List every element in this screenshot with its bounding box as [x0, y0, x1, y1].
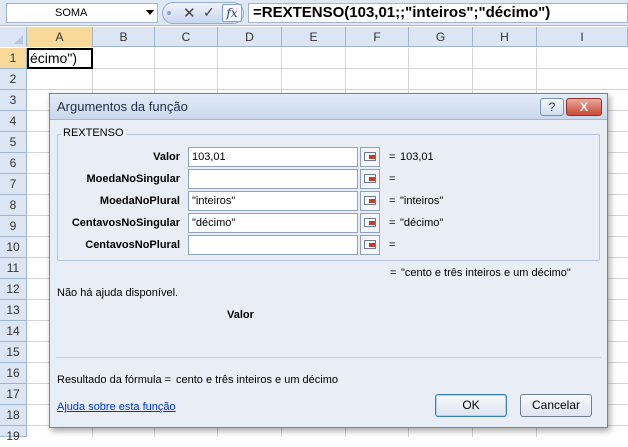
name-box[interactable]: SOMA — [6, 3, 158, 23]
dialog-title: Argumentos da função — [57, 99, 188, 114]
collapse-dialog-icon[interactable] — [360, 235, 380, 255]
collapse-dialog-icon[interactable] — [360, 213, 380, 233]
function-description: Não há ajuda disponível. — [57, 287, 179, 299]
divider — [56, 357, 601, 358]
enter-icon[interactable]: ✓ — [203, 4, 215, 21]
column-header-i[interactable]: I — [537, 27, 628, 47]
formula-text: =REXTENSO(103,01;;"inteiros";"décimo") — [253, 4, 551, 21]
row-header-8[interactable]: 8 — [0, 195, 27, 216]
equals-sign: = — [389, 195, 396, 207]
row-header-7[interactable]: 7 — [0, 174, 27, 195]
row-header-16[interactable]: 16 — [0, 363, 27, 384]
function-result-value: "cento e três inteiros e um décimo" — [401, 267, 571, 279]
close-icon[interactable]: X — [566, 98, 602, 116]
row-header-12[interactable]: 12 — [0, 279, 27, 300]
current-argument-name: Valor — [227, 309, 254, 321]
formula-buttons: ✕ ✓ fx — [162, 2, 244, 24]
row-header-5[interactable]: 5 — [0, 132, 27, 153]
argument-label: CentavosNoSingular — [71, 217, 180, 229]
row-header-9[interactable]: 9 — [0, 216, 27, 237]
formula-result-value: cento e três inteiros e um décimo — [176, 374, 339, 386]
argument-label: MoedaNoPlural — [99, 195, 180, 207]
collapse-dialog-icon[interactable] — [360, 191, 380, 211]
column-header-d[interactable]: D — [218, 27, 282, 47]
argument-row-moedanoplural: MoedaNoPlural "inteiros" = "inteiros" — [50, 191, 607, 211]
formula-result-label: Resultado da fórmula = — [57, 374, 172, 386]
help-link[interactable]: Ajuda sobre esta função — [57, 401, 176, 413]
formula-input[interactable]: =REXTENSO(103,01;;"inteiros";"décimo") — [248, 3, 628, 23]
argument-input-valor[interactable]: 103,01 — [188, 147, 358, 167]
cancel-button[interactable]: Cancelar — [520, 394, 592, 417]
grip-icon — [167, 11, 171, 15]
row-header-2[interactable]: 2 — [0, 69, 27, 90]
argument-result: "inteiros" — [400, 195, 444, 207]
row-header-3[interactable]: 3 — [0, 90, 27, 111]
row-header-11[interactable]: 11 — [0, 258, 27, 279]
argument-input-centavosnoplural[interactable] — [188, 235, 358, 255]
argument-result: 103,01 — [400, 151, 434, 163]
argument-result: "décimo" — [400, 217, 444, 229]
argument-label: MoedaNoSingular — [86, 173, 180, 185]
row-header-14[interactable]: 14 — [0, 321, 27, 342]
row-header-4[interactable]: 4 — [0, 111, 27, 132]
ok-button[interactable]: OK — [435, 394, 507, 417]
row-header-10[interactable]: 10 — [0, 237, 27, 258]
row-header-18[interactable]: 18 — [0, 405, 27, 426]
name-box-value: SOMA — [55, 7, 88, 19]
column-headers: A B C D E F G H I — [0, 27, 628, 47]
equals-sign: = — [389, 173, 396, 185]
function-arguments-dialog: Argumentos da função ? X REXTENSO Valor … — [49, 93, 608, 428]
column-header-f[interactable]: F — [346, 27, 409, 47]
column-header-c[interactable]: C — [155, 27, 218, 47]
dialog-titlebar[interactable]: Argumentos da função ? X — [50, 94, 607, 120]
row-header-1[interactable]: 1 — [0, 48, 27, 69]
select-all-corner[interactable] — [0, 27, 27, 47]
argument-input-value: 103,01 — [192, 151, 226, 163]
argument-input-value: "inteiros" — [192, 195, 236, 207]
function-name-label: REXTENSO — [61, 127, 126, 139]
column-header-h[interactable]: H — [473, 27, 537, 47]
equals-sign: = — [389, 239, 396, 251]
argument-input-moedanoplural[interactable]: "inteiros" — [188, 191, 358, 211]
formula-bar: SOMA ✕ ✓ fx =REXTENSO(103,01;;"inteiros"… — [0, 0, 628, 26]
argument-input-centavosnosingular[interactable]: "décimo" — [188, 213, 358, 233]
function-result-equals: = — [390, 267, 397, 279]
argument-row-moedanosingular: MoedaNoSingular = — [50, 169, 607, 189]
argument-row-centavosnosingular: CentavosNoSingular "décimo" = "décimo" — [50, 213, 607, 233]
name-box-dropdown-icon[interactable] — [146, 10, 154, 15]
equals-sign: = — [389, 151, 396, 163]
argument-input-moedanosingular[interactable] — [188, 169, 358, 189]
argument-label: Valor — [153, 151, 180, 163]
column-header-e[interactable]: E — [282, 27, 346, 47]
row-header-13[interactable]: 13 — [0, 300, 27, 321]
cancel-icon[interactable]: ✕ — [183, 4, 196, 22]
help-icon[interactable]: ? — [540, 98, 564, 116]
column-header-b[interactable]: B — [93, 27, 155, 47]
row-header-6[interactable]: 6 — [0, 153, 27, 174]
collapse-dialog-icon[interactable] — [360, 147, 380, 167]
row-header-15[interactable]: 15 — [0, 342, 27, 363]
equals-sign: = — [389, 217, 396, 229]
row-header-19[interactable]: 19 — [0, 426, 27, 443]
argument-label: CentavosNoPlural — [85, 239, 180, 251]
row-header-17[interactable]: 17 — [0, 384, 27, 405]
collapse-dialog-icon[interactable] — [360, 169, 380, 189]
column-header-a[interactable]: A — [27, 27, 93, 47]
insert-function-icon[interactable]: fx — [222, 4, 242, 22]
argument-row-valor: Valor 103,01 = 103,01 — [50, 147, 607, 167]
argument-row-centavosnoplural: CentavosNoPlural = — [50, 235, 607, 255]
column-header-g[interactable]: G — [409, 27, 473, 47]
argument-input-value: "décimo" — [192, 217, 236, 229]
cell-a1-text: écimo") — [30, 50, 77, 66]
